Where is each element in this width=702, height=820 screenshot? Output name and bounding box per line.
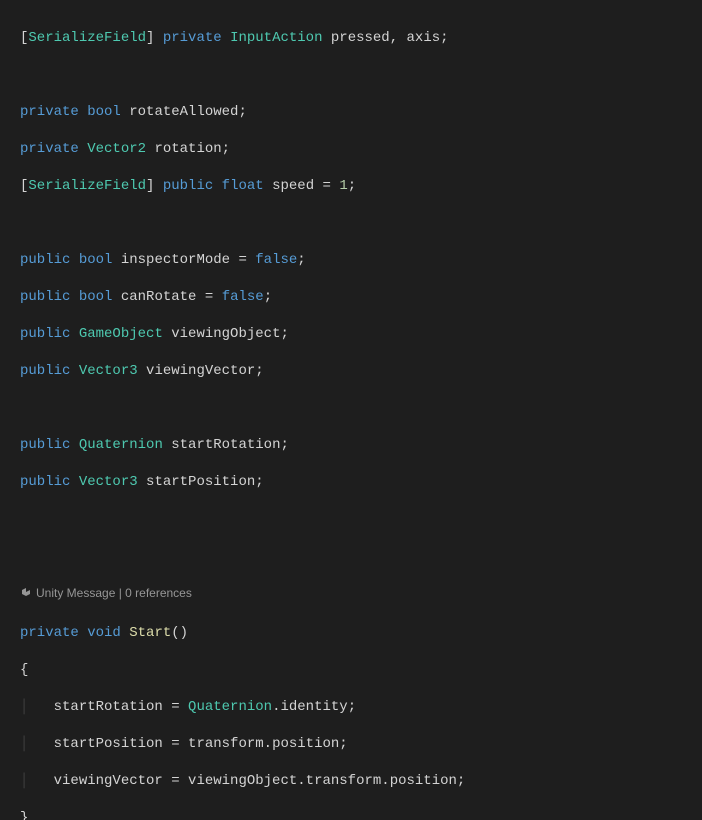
- blank-line: [20, 510, 702, 529]
- brace: }: [20, 809, 702, 820]
- code-line: │ startRotation = Quaternion.identity;: [20, 698, 702, 717]
- code-line: private void Start(): [20, 624, 702, 643]
- code-editor[interactable]: [SerializeField] private InputAction pre…: [0, 0, 702, 820]
- unity-icon: [20, 587, 32, 599]
- code-line: public Quaternion startRotation;: [20, 436, 702, 455]
- blank-line: [20, 547, 702, 566]
- blank-line: [20, 399, 702, 418]
- code-line: private bool rotateAllowed;: [20, 103, 702, 122]
- code-line: private Vector2 rotation;: [20, 140, 702, 159]
- code-line: [SerializeField] private InputAction pre…: [20, 29, 702, 48]
- attribute: SerializeField: [28, 30, 146, 46]
- code-line: [SerializeField] public float speed = 1;: [20, 177, 702, 196]
- code-line: public bool canRotate = false;: [20, 288, 702, 307]
- codelens[interactable]: Unity Message | 0 references: [20, 584, 702, 606]
- code-line: public bool inspectorMode = false;: [20, 251, 702, 270]
- code-line: │ viewingVector = viewingObject.transfor…: [20, 772, 702, 791]
- blank-line: [20, 214, 702, 233]
- brace: {: [20, 661, 702, 680]
- codelens-text: Unity Message | 0 references: [36, 584, 192, 602]
- code-line: public Vector3 startPosition;: [20, 473, 702, 492]
- code-line: │ startPosition = transform.position;: [20, 735, 702, 754]
- code-line: public GameObject viewingObject;: [20, 325, 702, 344]
- code-line: public Vector3 viewingVector;: [20, 362, 702, 381]
- blank-line: [20, 66, 702, 85]
- method-name: Start: [129, 625, 171, 641]
